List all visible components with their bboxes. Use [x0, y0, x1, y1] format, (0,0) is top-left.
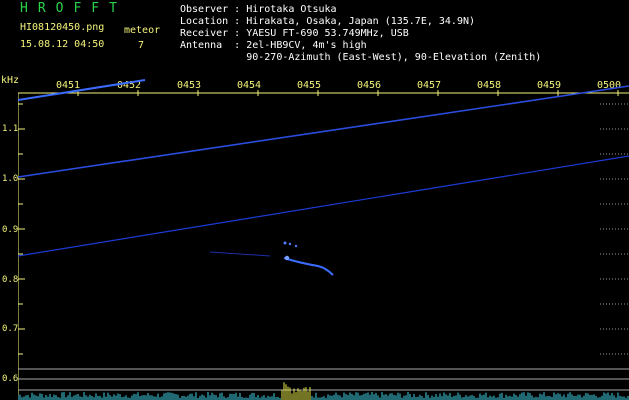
y-tick-label: 0.9: [2, 225, 19, 235]
y-tick-label: 0.8: [2, 275, 19, 285]
filename-label: HI08120450.png: [20, 22, 105, 33]
noise-floor: [18, 382, 629, 400]
y-tick-label: 0.7: [2, 324, 19, 334]
y-tick-label: 1.1: [2, 124, 19, 134]
meteor-count: 7: [138, 40, 145, 51]
antenna-info: Antenna : 2el-HB9CV, 4m's high: [180, 40, 367, 51]
app-logo: HROFFT: [20, 1, 127, 16]
carrier-trace: [18, 85, 629, 178]
carrier-trace: [18, 155, 629, 257]
y-tick-label: 1.0: [2, 174, 19, 184]
observer-info: Observer : Hirotaka Otsuka: [180, 4, 337, 15]
y-axis-unit: kHz: [1, 75, 20, 86]
meteor-label: meteor: [124, 25, 161, 36]
receiver-info: Receiver : YAESU FT-690 53.749MHz, USB: [180, 28, 409, 39]
datetime-label: 15.08.12 04:50: [20, 39, 105, 50]
meteor-echo: [209, 241, 334, 276]
carrier-trace: [18, 79, 146, 101]
antenna-direction-info: 90-270-Azimuth (East-West), 90-Elevation…: [180, 52, 542, 63]
right-edge-grid-marks: [600, 103, 629, 355]
y-ticks: [18, 103, 25, 380]
y-tick-label: 0.6: [2, 374, 19, 384]
spectrogram-plot: [18, 79, 629, 400]
location-info: Location : Hirakata, Osaka, Japan (135.7…: [180, 16, 476, 27]
